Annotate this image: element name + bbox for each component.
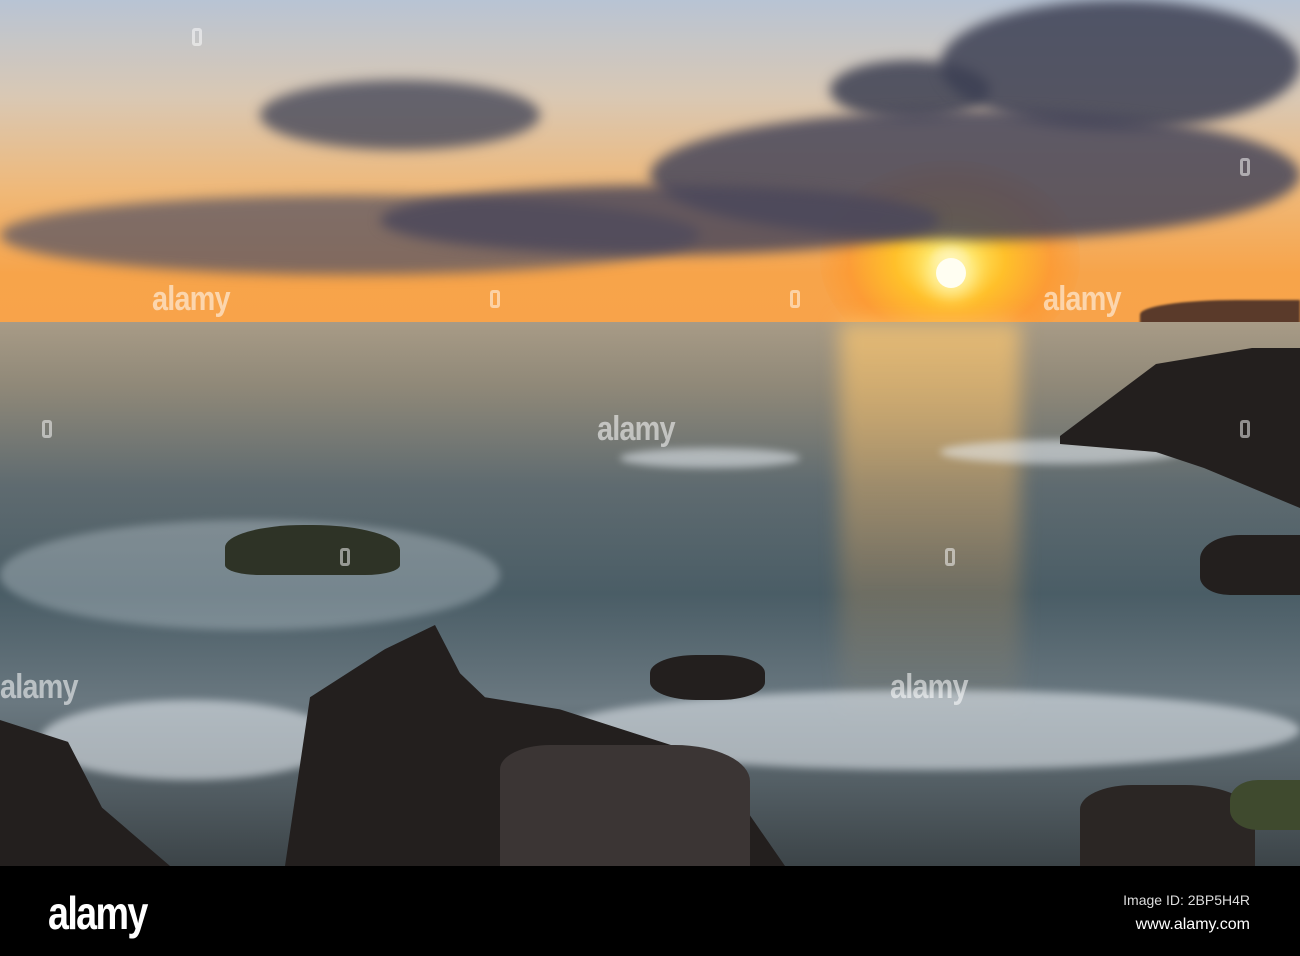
sun bbox=[936, 258, 966, 288]
sunset-seascape-photo: alamy alamy alamy alamy alamy bbox=[0, 0, 1300, 866]
rock bbox=[1080, 785, 1255, 866]
sun-reflection bbox=[840, 322, 1020, 722]
watermark-icon bbox=[192, 28, 202, 46]
watermark-icon bbox=[1240, 420, 1250, 438]
footer-bar: alamy Image ID: 2BP5H4R www.alamy.com bbox=[0, 866, 1300, 956]
rock bbox=[500, 745, 750, 866]
watermark-icon bbox=[42, 420, 52, 438]
rock bbox=[1230, 780, 1300, 830]
watermark: alamy bbox=[597, 410, 676, 448]
wave-foam bbox=[620, 448, 800, 468]
site-url[interactable]: www.alamy.com bbox=[1136, 916, 1250, 934]
watermark-icon bbox=[945, 548, 955, 566]
watermark: alamy bbox=[1043, 280, 1122, 318]
rock bbox=[225, 525, 400, 575]
cloud bbox=[380, 185, 940, 255]
wave-foam bbox=[40, 700, 340, 780]
watermark: alamy bbox=[890, 668, 969, 706]
watermark-icon bbox=[340, 548, 350, 566]
watermark-icon bbox=[1240, 158, 1250, 176]
watermark-icon bbox=[790, 290, 800, 308]
watermark: alamy bbox=[0, 668, 79, 706]
rock bbox=[1200, 535, 1300, 595]
watermark-icon bbox=[490, 290, 500, 308]
image-id: Image ID: 2BP5H4R bbox=[1123, 892, 1250, 908]
alamy-logo: alamy bbox=[48, 887, 148, 939]
watermark: alamy bbox=[152, 280, 231, 318]
rock bbox=[650, 655, 765, 700]
cloud bbox=[260, 80, 540, 150]
